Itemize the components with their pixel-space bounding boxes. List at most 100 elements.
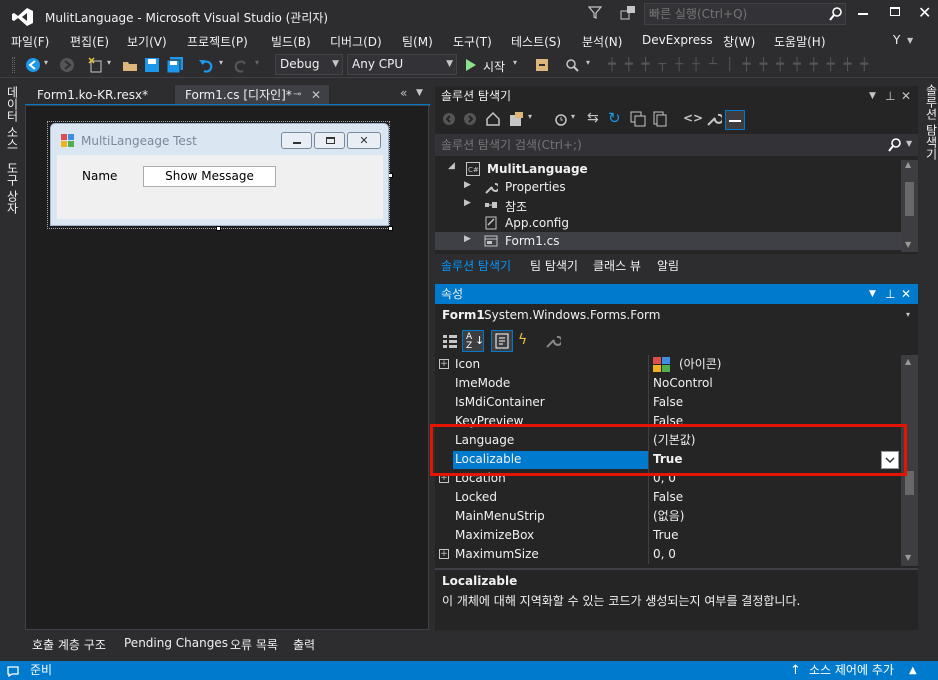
- form1-window[interactable]: MultiLangeage Test ✕ Name Show Message: [50, 123, 389, 226]
- property-value[interactable]: (아이콘): [679, 355, 721, 374]
- views-dropdown-icon[interactable]: ▾: [528, 112, 532, 121]
- home-icon[interactable]: [485, 111, 501, 127]
- tree-item-form1[interactable]: ▶ Form1.cs: [435, 232, 901, 250]
- property-value[interactable]: NoControl: [653, 374, 713, 393]
- events-lightning-icon[interactable]: ϟ: [518, 332, 527, 348]
- show-message-button[interactable]: Show Message: [143, 166, 276, 187]
- tree-item-project[interactable]: ◢ C# MulitLanguage: [435, 160, 901, 178]
- scroll-up-icon[interactable]: ▲: [905, 357, 911, 366]
- notification-icon[interactable]: [6, 665, 20, 677]
- property-pages-wrench-icon[interactable]: [545, 333, 561, 349]
- close-button[interactable]: ✕: [918, 3, 931, 23]
- menu-window[interactable]: 창(W): [723, 33, 755, 50]
- resize-handle[interactable]: [216, 226, 221, 231]
- filter-icon[interactable]: [588, 5, 602, 19]
- menu-build[interactable]: 빌드(B): [271, 33, 311, 50]
- find-dropdown-icon[interactable]: ▾: [586, 58, 590, 67]
- pin-icon[interactable]: ⊸: [293, 85, 301, 105]
- back-icon[interactable]: [442, 112, 456, 126]
- menu-debug[interactable]: 디버그(D): [330, 33, 382, 50]
- tab-class-view[interactable]: 클래스 뷰: [593, 257, 641, 274]
- menu-test[interactable]: 테스트(S): [511, 33, 561, 50]
- property-row-locked[interactable]: Locked False: [439, 488, 896, 507]
- menu-project[interactable]: 프로젝트(P): [187, 33, 248, 50]
- categorized-icon[interactable]: [442, 333, 458, 349]
- start-dropdown-icon[interactable]: ▾: [513, 58, 517, 67]
- scroll-thumb[interactable]: [905, 182, 914, 216]
- tab-team-explorer[interactable]: 팀 탐색기: [530, 257, 578, 274]
- expand-icon[interactable]: +: [439, 549, 449, 559]
- menu-team[interactable]: 팀(M): [402, 33, 433, 50]
- property-value[interactable]: 0, 0: [653, 545, 676, 564]
- collapse-all-icon[interactable]: [630, 111, 646, 127]
- expanded-arrow-icon[interactable]: ◢: [448, 161, 455, 171]
- find-in-files-icon[interactable]: [564, 57, 580, 73]
- pending-changes-filter-icon[interactable]: [553, 111, 569, 127]
- switch-views-icon[interactable]: [509, 111, 525, 127]
- properties-wrench-icon[interactable]: [706, 111, 722, 127]
- scroll-tabs-icon[interactable]: «: [400, 86, 407, 100]
- tree-scrollbar[interactable]: ▲ ▼: [901, 160, 918, 252]
- collapsed-arrow-icon[interactable]: ▶: [464, 180, 471, 190]
- chevron-up-icon[interactable]: ▲: [909, 661, 917, 680]
- sync-active-doc-icon[interactable]: ⇆: [587, 110, 599, 126]
- redo-dropdown-icon[interactable]: ▾: [255, 58, 259, 67]
- search-options-icon[interactable]: ▼: [906, 139, 912, 148]
- scroll-down-icon[interactable]: ▼: [905, 240, 911, 249]
- save-all-icon[interactable]: [166, 57, 184, 73]
- filter-dropdown-icon[interactable]: ▾: [571, 112, 575, 121]
- account-initial[interactable]: Y: [893, 33, 900, 47]
- data-sources-tab[interactable]: 데이터 소스: [4, 86, 21, 150]
- menu-analyze[interactable]: 분석(N): [582, 33, 622, 50]
- tab-solution-explorer[interactable]: 솔루션 탐색기: [441, 257, 511, 274]
- forward-icon[interactable]: [59, 57, 75, 73]
- tree-item-references[interactable]: ▶ 참조: [435, 196, 901, 214]
- pin-icon[interactable]: ⊥: [885, 86, 895, 106]
- property-value[interactable]: False: [653, 488, 683, 507]
- redo-icon[interactable]: [233, 57, 249, 73]
- property-row-mainmenustrip[interactable]: MainMenuStrip (없음): [439, 507, 896, 526]
- menu-edit[interactable]: 편집(E): [70, 33, 109, 50]
- menu-devexpress[interactable]: DevExpress: [642, 33, 713, 47]
- menu-help[interactable]: 도움말(H): [774, 33, 826, 50]
- resize-handle[interactable]: [388, 226, 393, 231]
- object-selector[interactable]: Form1 System.Windows.Forms.Form ▾: [435, 306, 918, 326]
- property-value[interactable]: (없음): [653, 507, 684, 526]
- tab-list-dropdown-icon[interactable]: ▼: [416, 88, 423, 98]
- open-folder-icon[interactable]: [122, 57, 138, 73]
- scroll-up-icon[interactable]: ▲: [905, 160, 911, 169]
- search-icon[interactable]: [828, 6, 844, 22]
- collapsed-arrow-icon[interactable]: ▶: [464, 198, 471, 208]
- tab-pending-changes[interactable]: Pending Changes: [124, 636, 228, 650]
- form-minimize-button[interactable]: [281, 132, 312, 149]
- window-position-icon[interactable]: ▼: [869, 86, 876, 106]
- property-row-maximizebox[interactable]: MaximizeBox True: [439, 526, 896, 545]
- close-icon[interactable]: ✕: [901, 86, 911, 106]
- property-row-imemode[interactable]: ImeMode NoControl: [439, 374, 896, 393]
- maximize-button[interactable]: [890, 7, 900, 16]
- expand-icon[interactable]: +: [439, 359, 449, 369]
- solution-platform-select[interactable]: Any CPU ▼: [347, 54, 457, 75]
- pin-icon[interactable]: ⊥: [885, 284, 895, 304]
- solution-search-box[interactable]: ▼: [435, 134, 918, 156]
- account-chevron-icon[interactable]: ▼: [907, 36, 913, 45]
- tab-form1-designer[interactable]: Form1.cs [디자인]* ⊸ ✕: [175, 85, 329, 105]
- save-icon[interactable]: [144, 57, 160, 73]
- tab-error-list[interactable]: 오류 목록: [230, 636, 278, 653]
- tab-notifications[interactable]: 알림: [657, 257, 679, 274]
- solution-explorer-side-tab[interactable]: 솔루션 탐색기: [923, 84, 938, 160]
- close-tab-icon[interactable]: ✕: [311, 85, 321, 105]
- property-row-maximumsize[interactable]: + MaximumSize 0, 0: [439, 545, 896, 564]
- undo-dropdown-icon[interactable]: ▾: [219, 58, 223, 67]
- quick-launch-box[interactable]: [644, 3, 846, 25]
- collapsed-arrow-icon[interactable]: ▶: [464, 234, 471, 244]
- property-row-icon[interactable]: + Icon (아이콘): [439, 355, 896, 374]
- tab-output[interactable]: 출력: [293, 636, 315, 653]
- forward-icon[interactable]: [463, 112, 477, 126]
- properties-view-button[interactable]: [491, 330, 513, 352]
- chevron-down-icon[interactable]: ▾: [906, 310, 910, 319]
- quick-launch-icon[interactable]: [620, 5, 636, 21]
- tree-item-app-config[interactable]: App.config: [435, 214, 901, 232]
- window-position-icon[interactable]: ▼: [869, 284, 876, 304]
- tree-item-properties[interactable]: ▶ Properties: [435, 178, 901, 196]
